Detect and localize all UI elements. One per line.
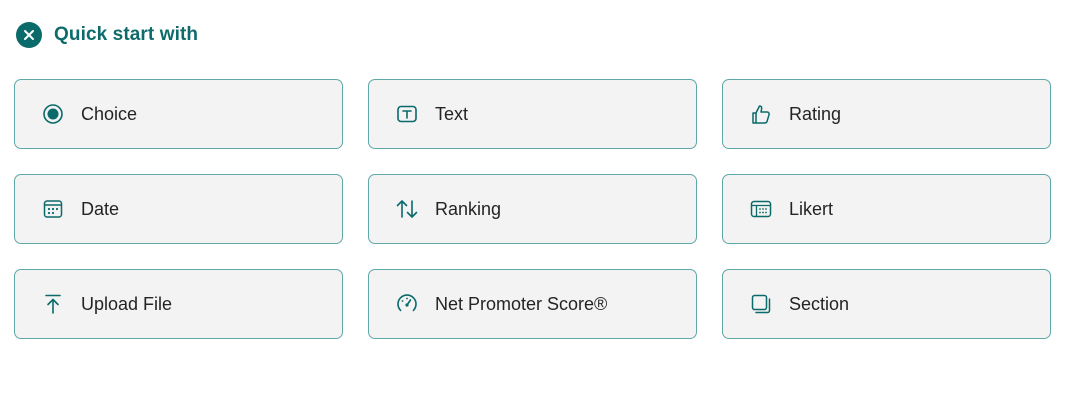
text-label: Text: [435, 103, 469, 124]
upload-file-label: Upload File: [81, 293, 173, 314]
section-tile[interactable]: Section: [722, 269, 1051, 339]
text-box-icon: [395, 102, 419, 126]
ranking-label: Ranking: [435, 198, 502, 219]
question-type-grid: Choice Text Rating Date Ranking Likert U…: [14, 79, 1051, 339]
sort-arrows-icon: [395, 197, 419, 221]
upload-file-tile[interactable]: Upload File: [14, 269, 343, 339]
thumbs-up-icon: [749, 102, 773, 126]
ranking-tile[interactable]: Ranking: [368, 174, 697, 244]
upload-icon: [41, 292, 65, 316]
choice-label: Choice: [81, 103, 138, 124]
close-quick-start-button[interactable]: [16, 22, 42, 48]
rating-tile[interactable]: Rating: [722, 79, 1051, 149]
close-icon: [24, 30, 34, 40]
likert-tile[interactable]: Likert: [722, 174, 1051, 244]
text-tile[interactable]: Text: [368, 79, 697, 149]
choice-tile[interactable]: Choice: [14, 79, 343, 149]
gauge-icon: [395, 292, 419, 316]
net-promoter-score-label: Net Promoter Score®: [435, 293, 608, 314]
likert-label: Likert: [789, 198, 834, 219]
rating-label: Rating: [789, 103, 842, 124]
calendar-icon: [41, 197, 65, 221]
date-tile[interactable]: Date: [14, 174, 343, 244]
quick-start-title: Quick start with: [54, 24, 199, 45]
section-pages-icon: [749, 292, 773, 316]
likert-table-icon: [749, 197, 773, 221]
quick-start-header: Quick start with: [16, 22, 198, 48]
date-label: Date: [81, 198, 120, 219]
radio-button-icon: [41, 102, 65, 126]
net-promoter-score-tile[interactable]: Net Promoter Score®: [368, 269, 697, 339]
section-label: Section: [789, 293, 850, 314]
